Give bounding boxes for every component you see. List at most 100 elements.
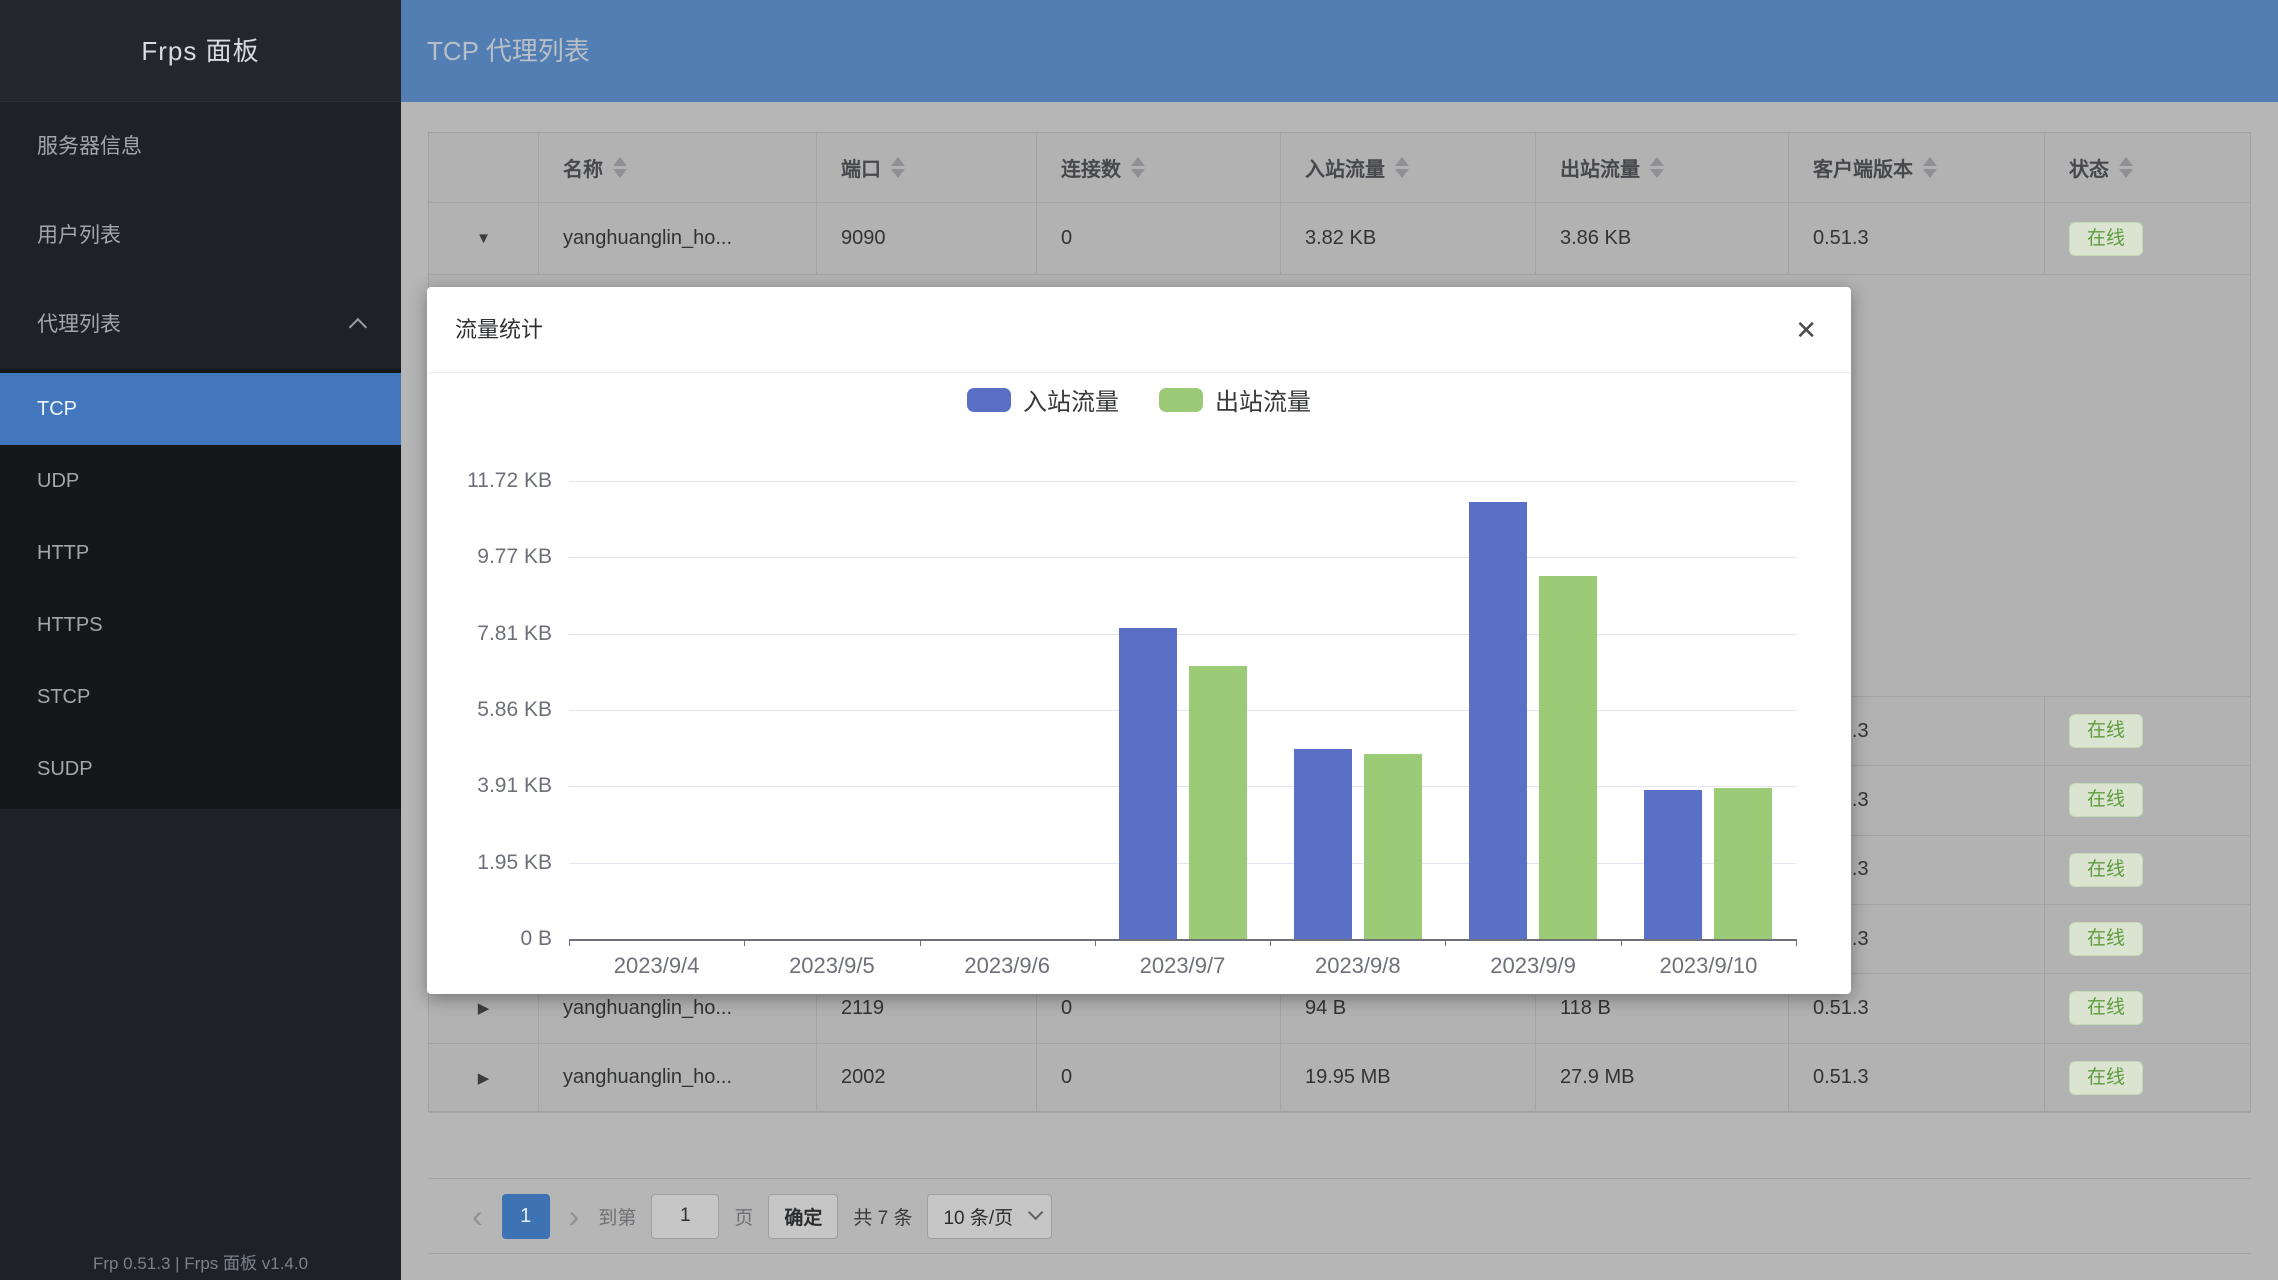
x-axis-line: [569, 939, 1797, 941]
sort-caret-icon[interactable]: [891, 157, 905, 178]
table-header-row: 名称端口连接数 入站流量 出站流量客户端版本 状态: [429, 133, 2250, 203]
expand-cell: ▼: [429, 203, 539, 274]
y-axis-tick-label: 1.95 KB: [427, 850, 552, 876]
column-label: 入站流量: [1305, 153, 1385, 182]
status-badge: 在线: [2069, 783, 2143, 817]
page-number-button[interactable]: 1: [502, 1194, 550, 1239]
chevron-left-icon[interactable]: ‹: [468, 1194, 487, 1239]
sidebar-subitem-stcp[interactable]: STCP: [0, 661, 401, 733]
sort-up-icon: [1395, 157, 1409, 166]
cell-port: 9090: [817, 203, 1037, 274]
column-header-客户端版本[interactable]: 客户端版本: [1789, 133, 2045, 202]
bar-出站流量-2023/9/10: [1714, 788, 1772, 939]
cell-port: 2002: [817, 1044, 1037, 1112]
x-axis-tick: [569, 939, 570, 946]
goto-page-label: 到第: [598, 1203, 636, 1230]
total-count-label: 共 7 条: [853, 1203, 912, 1230]
version-footer: Frp 0.51.3 | Frps 面板 v1.4.0: [0, 1249, 401, 1274]
column-label: 客户端版本: [1813, 153, 1913, 182]
sort-up-icon: [1131, 157, 1145, 166]
chevron-up-icon: [349, 317, 367, 335]
x-axis-category-label: 2023/9/7: [1095, 953, 1271, 979]
sort-caret-icon[interactable]: [1395, 157, 1409, 178]
y-axis-tick-label: 7.81 KB: [427, 621, 552, 647]
confirm-button[interactable]: 确定: [768, 1194, 838, 1239]
sidebar-subitem-sudp[interactable]: SUDP: [0, 733, 401, 805]
table-row: ▶yanghuanglin_ho...2002019.95 MB27.9 MB0…: [429, 1044, 2250, 1113]
sidebar-menu: 服务器信息用户列表代理列表TCPUDPHTTPHTTPSSTCPSUDP: [0, 102, 401, 809]
y-axis-tick-label: 5.86 KB: [427, 697, 552, 723]
chevron-right-icon[interactable]: ›: [565, 1194, 584, 1239]
column-label: 连接数: [1061, 153, 1121, 182]
sort-caret-icon[interactable]: [1923, 157, 1937, 178]
y-gridline: [569, 786, 1796, 787]
cell-status: 在线: [2045, 974, 2252, 1042]
bar-出站流量-2023/9/7: [1189, 666, 1247, 939]
traffic-bar-chart: 11.72 KB9.77 KB7.81 KB5.86 KB3.91 KB1.95…: [427, 287, 1851, 994]
column-header-入站流量[interactable]: 入站流量: [1281, 133, 1536, 202]
bar-入站流量-2023/9/7: [1119, 628, 1177, 939]
bar-入站流量-2023/9/9: [1469, 502, 1527, 939]
cell-status: 在线: [2045, 836, 2252, 904]
table-header: 名称端口连接数 入站流量 出站流量客户端版本 状态: [429, 133, 2250, 203]
bar-出站流量-2023/9/9: [1539, 576, 1597, 939]
sidebar-item-server-info[interactable]: 服务器信息: [0, 102, 401, 191]
proxy-type-submenu: TCPUDPHTTPHTTPSSTCPSUDP: [0, 369, 401, 809]
x-axis-tick: [1621, 939, 1622, 946]
x-axis-tick: [1270, 939, 1271, 946]
y-gridline: [569, 634, 1796, 635]
column-header-连接数[interactable]: 连接数: [1037, 133, 1281, 202]
chevron-down-icon: [1028, 1204, 1044, 1220]
expand-toggle-icon[interactable]: ▶: [478, 1069, 490, 1087]
column-header-出站流量[interactable]: 出站流量: [1536, 133, 1789, 202]
page-title: TCP 代理列表: [401, 0, 2278, 102]
page-size-value: 10 条/页: [943, 1203, 1013, 1230]
sort-up-icon: [2119, 157, 2133, 166]
sidebar-item-proxy-list[interactable]: 代理列表: [0, 280, 401, 369]
cell-traffic_in: 19.95 MB: [1281, 1044, 1536, 1112]
x-axis-category-label: 2023/9/9: [1445, 953, 1621, 979]
sort-down-icon: [613, 169, 627, 178]
cell-version: 0.51.3: [1789, 203, 2045, 274]
y-axis-tick-label: 11.72 KB: [427, 468, 552, 494]
sort-down-icon: [2119, 169, 2133, 178]
sort-caret-icon[interactable]: [613, 157, 627, 178]
cell-connections: 0: [1037, 203, 1281, 274]
expand-toggle-icon[interactable]: ▼: [476, 230, 491, 247]
sort-caret-icon[interactable]: [1131, 157, 1145, 178]
cell-traffic_out: 27.9 MB: [1536, 1044, 1789, 1112]
column-header-端口[interactable]: 端口: [817, 133, 1037, 202]
goto-page-input[interactable]: [651, 1194, 719, 1239]
cell-status: 在线: [2045, 697, 2252, 765]
page-unit-label: 页: [734, 1203, 753, 1230]
sidebar-item-user-list[interactable]: 用户列表: [0, 191, 401, 280]
y-gridline: [569, 557, 1796, 558]
sort-down-icon: [1131, 169, 1145, 178]
cell-name: yanghuanglin_ho...: [539, 1044, 817, 1112]
x-axis-tick: [744, 939, 745, 946]
expand-toggle-icon[interactable]: ▶: [478, 999, 490, 1017]
x-axis-tick: [1796, 939, 1797, 946]
cell-status: 在线: [2045, 1044, 2252, 1112]
sort-down-icon: [891, 169, 905, 178]
page-header: TCP 代理列表: [401, 0, 2278, 102]
x-axis-tick: [1445, 939, 1446, 946]
sidebar-subitem-udp[interactable]: UDP: [0, 445, 401, 517]
bar-入站流量-2023/9/8: [1294, 749, 1352, 939]
sort-caret-icon[interactable]: [2119, 157, 2133, 178]
y-gridline: [569, 863, 1796, 864]
cell-connections: 0: [1037, 1044, 1281, 1112]
sidebar-subitem-http[interactable]: HTTP: [0, 517, 401, 589]
table-row: ▼yanghuanglin_ho...909003.82 KB3.86 KB0.…: [429, 203, 2250, 275]
cell-traffic_out: 3.86 KB: [1536, 203, 1789, 274]
x-axis-tick: [920, 939, 921, 946]
column-header-名称[interactable]: 名称: [539, 133, 817, 202]
bar-入站流量-2023/9/10: [1644, 790, 1702, 939]
sidebar-subitem-tcp[interactable]: TCP: [0, 373, 401, 445]
bar-出站流量-2023/9/8: [1364, 754, 1422, 939]
sort-caret-icon[interactable]: [1650, 157, 1664, 178]
page-size-select[interactable]: 10 条/页: [927, 1194, 1052, 1239]
expand-cell: ▶: [429, 1044, 539, 1112]
column-header-状态[interactable]: 状态: [2045, 133, 2252, 202]
sidebar-subitem-https[interactable]: HTTPS: [0, 589, 401, 661]
